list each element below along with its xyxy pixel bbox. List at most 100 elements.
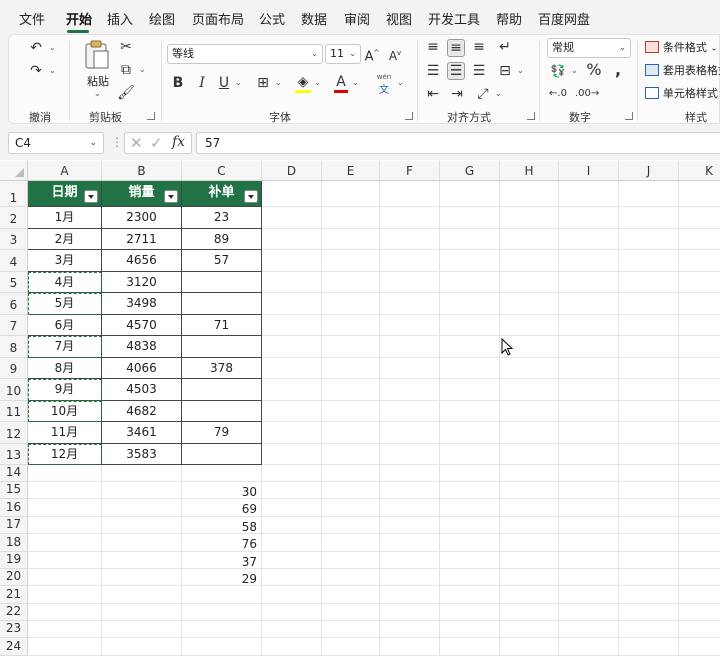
row-header[interactable]: 10 (0, 379, 28, 401)
grid-cell[interactable] (679, 401, 720, 422)
grid-cell[interactable] (500, 250, 559, 272)
grid-cell[interactable] (619, 401, 679, 422)
grid-cell[interactable] (500, 638, 559, 656)
table-header-cell[interactable]: 销量 (102, 181, 182, 207)
grid-cell[interactable] (380, 499, 440, 517)
align-bottom-icon[interactable]: ≡ (471, 39, 487, 55)
grid-cell[interactable] (262, 569, 322, 586)
grid-cell[interactable] (322, 207, 380, 229)
column-header[interactable]: A (28, 161, 102, 181)
column-header[interactable]: J (619, 161, 679, 181)
increase-indent-icon[interactable]: ⇥ (449, 86, 465, 102)
menu-view[interactable]: 视图 (386, 9, 412, 28)
grid-cell[interactable] (102, 517, 182, 534)
grid-cell[interactable] (440, 379, 500, 401)
grid-cell[interactable] (28, 482, 102, 499)
grid-cell[interactable] (380, 444, 440, 465)
grid-cell[interactable] (262, 229, 322, 250)
grid-cell[interactable] (322, 336, 380, 358)
grid-cell[interactable] (619, 482, 679, 499)
grid-cell[interactable] (500, 444, 559, 465)
grid-cell[interactable] (322, 272, 380, 293)
grid-cell[interactable] (28, 534, 102, 552)
table-cell[interactable]: 4838 (102, 336, 182, 358)
grid-cell[interactable] (440, 638, 500, 656)
filter-dropdown-icon[interactable] (164, 190, 178, 203)
row-header[interactable]: 22 (0, 604, 28, 621)
grid-cell[interactable] (380, 207, 440, 229)
grid-cell[interactable] (619, 207, 679, 229)
grid-cell[interactable] (380, 315, 440, 336)
grid-cell[interactable] (679, 229, 720, 250)
grid-cell[interactable] (559, 517, 619, 534)
grid-cell[interactable] (262, 552, 322, 569)
grid-cell[interactable] (380, 517, 440, 534)
table-cell[interactable]: 23 (182, 207, 262, 229)
align-right-icon[interactable]: ☰ (471, 63, 487, 79)
grid-cell[interactable] (28, 465, 102, 482)
grid-cell[interactable] (679, 621, 720, 638)
grid-cell[interactable] (102, 465, 182, 482)
grid-cell[interactable] (380, 293, 440, 315)
copy-dropdown-icon[interactable]: ⌄ (139, 65, 146, 74)
menu-file[interactable]: 文件 (19, 9, 45, 28)
grid-cell[interactable] (500, 207, 559, 229)
grid-cell[interactable] (440, 336, 500, 358)
align-top-icon[interactable]: ≡ (425, 39, 441, 55)
row-header[interactable]: 7 (0, 315, 28, 336)
grid-cell[interactable] (440, 604, 500, 621)
decrease-decimal-icon[interactable]: .00→ (575, 86, 599, 102)
row-header[interactable]: 16 (0, 499, 28, 517)
row-header[interactable]: 1 (0, 181, 28, 207)
grid-cell[interactable] (619, 293, 679, 315)
table-cell[interactable]: 3120 (102, 272, 182, 293)
merge-center-icon[interactable]: ⊟ (497, 63, 513, 79)
table-cell[interactable]: 3月 (28, 250, 102, 272)
row-header[interactable]: 6 (0, 293, 28, 315)
table-cell[interactable]: 4月 (28, 272, 102, 293)
grid-cell[interactable] (440, 293, 500, 315)
grid-cell[interactable] (500, 379, 559, 401)
grid-cell[interactable] (380, 379, 440, 401)
table-cell[interactable]: 7月 (28, 336, 102, 358)
grid-cell[interactable] (380, 534, 440, 552)
grid-cell[interactable] (679, 336, 720, 358)
grid-cell[interactable] (559, 379, 619, 401)
table-cell[interactable]: 3498 (102, 293, 182, 315)
grid-cell[interactable] (619, 499, 679, 517)
row-header[interactable]: 18 (0, 534, 28, 552)
grid-cell[interactable] (262, 250, 322, 272)
grid-cell[interactable] (262, 293, 322, 315)
font-launcher-icon[interactable] (405, 112, 413, 120)
grid-cell[interactable] (322, 586, 380, 604)
fill-color-dropdown-icon[interactable]: ⌄ (314, 78, 321, 87)
grid-cell[interactable] (440, 552, 500, 569)
grid-cell[interactable] (262, 638, 322, 656)
filter-dropdown-icon[interactable] (84, 190, 98, 203)
grid-cell[interactable] (500, 181, 559, 207)
grid-cell[interactable] (322, 604, 380, 621)
grid-cell[interactable] (262, 379, 322, 401)
grid-cell-value[interactable]: 29 (182, 569, 262, 586)
grid-cell[interactable] (262, 586, 322, 604)
grid-cell[interactable] (500, 499, 559, 517)
grid-cell[interactable] (102, 499, 182, 517)
undo-dropdown-icon[interactable]: ⌄ (49, 43, 56, 52)
grid-cell[interactable] (440, 401, 500, 422)
row-header[interactable]: 2 (0, 207, 28, 229)
grid-cell[interactable] (380, 552, 440, 569)
grid-cell[interactable] (559, 552, 619, 569)
grid-cell[interactable] (322, 379, 380, 401)
grid-cell[interactable] (500, 401, 559, 422)
table-cell[interactable]: 71 (182, 315, 262, 336)
grid-cell[interactable] (619, 444, 679, 465)
grid-cell[interactable] (262, 482, 322, 499)
grid-cell[interactable] (619, 272, 679, 293)
grid-cell[interactable] (440, 482, 500, 499)
decrease-font-icon[interactable]: Av (387, 45, 403, 64)
table-cell[interactable]: 2300 (102, 207, 182, 229)
grid-cell[interactable] (619, 604, 679, 621)
grid-cell[interactable] (559, 638, 619, 656)
more-options-icon[interactable]: ⋮ (111, 135, 123, 149)
grid-cell[interactable] (679, 422, 720, 444)
